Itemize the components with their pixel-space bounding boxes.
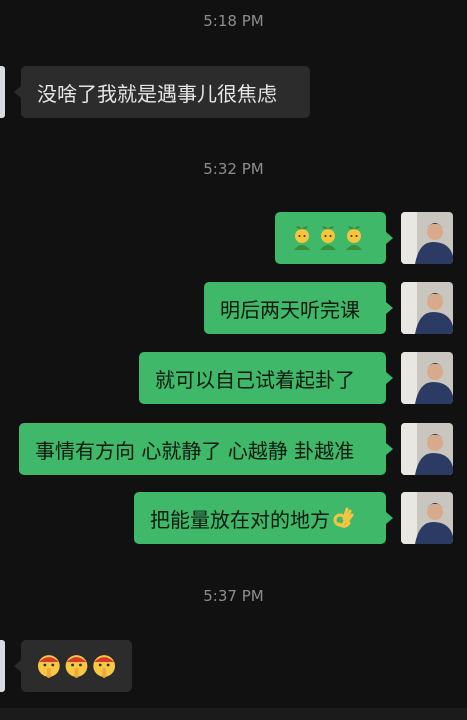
input-bar-edge xyxy=(0,708,467,720)
person-photo-icon xyxy=(401,352,453,404)
sprout-person-emoji-group xyxy=(294,226,362,250)
self-avatar[interactable] xyxy=(401,492,453,544)
outgoing-message-bubble[interactable]: 事情有方向 心就静了 心越静 卦越准 xyxy=(19,423,393,475)
incoming-message-bubble[interactable]: 没啥了我就是遇事儿很焦虑 xyxy=(14,66,310,118)
shushing-face-emoji xyxy=(37,655,60,678)
contact-avatar[interactable] xyxy=(0,66,5,118)
message-text: 就可以自己试着起卦了 xyxy=(155,367,355,392)
outgoing-message-bubble[interactable] xyxy=(275,212,393,264)
outgoing-message-bubble[interactable]: 把能量放在对的地方 xyxy=(134,492,393,544)
contact-avatar[interactable] xyxy=(0,640,5,692)
outgoing-message-bubble[interactable]: 明后两天听完课 xyxy=(204,282,393,334)
sprout-person-emoji xyxy=(346,226,362,250)
shushing-face-emoji xyxy=(65,655,88,678)
outgoing-message-bubble[interactable]: 就可以自己试着起卦了 xyxy=(139,352,393,404)
sprout-person-emoji xyxy=(320,226,336,250)
person-photo-icon xyxy=(401,282,453,334)
timestamp: 5:37 PM xyxy=(203,587,264,605)
timestamp: 5:32 PM xyxy=(203,160,264,178)
person-photo-icon xyxy=(401,212,453,264)
shushing-face-emoji xyxy=(93,655,116,678)
message-text: 明后两天听完课 xyxy=(220,297,360,322)
person-photo-icon xyxy=(401,492,453,544)
self-avatar[interactable] xyxy=(401,352,453,404)
message-text: 把能量放在对的地方 xyxy=(150,507,330,532)
self-avatar[interactable] xyxy=(401,282,453,334)
sprout-person-emoji xyxy=(294,226,310,250)
shushing-face-emoji-group xyxy=(37,655,116,678)
timestamp: 5:18 PM xyxy=(203,12,264,30)
incoming-message-bubble[interactable] xyxy=(14,640,132,692)
message-text: 事情有方向 心就静了 心越静 卦越准 xyxy=(35,438,355,463)
person-photo-icon xyxy=(401,423,453,475)
message-text: 没啥了我就是遇事儿很焦虑 xyxy=(37,81,277,106)
self-avatar[interactable] xyxy=(401,212,453,264)
ok-hand-icon xyxy=(333,507,354,528)
self-avatar[interactable] xyxy=(401,423,453,475)
